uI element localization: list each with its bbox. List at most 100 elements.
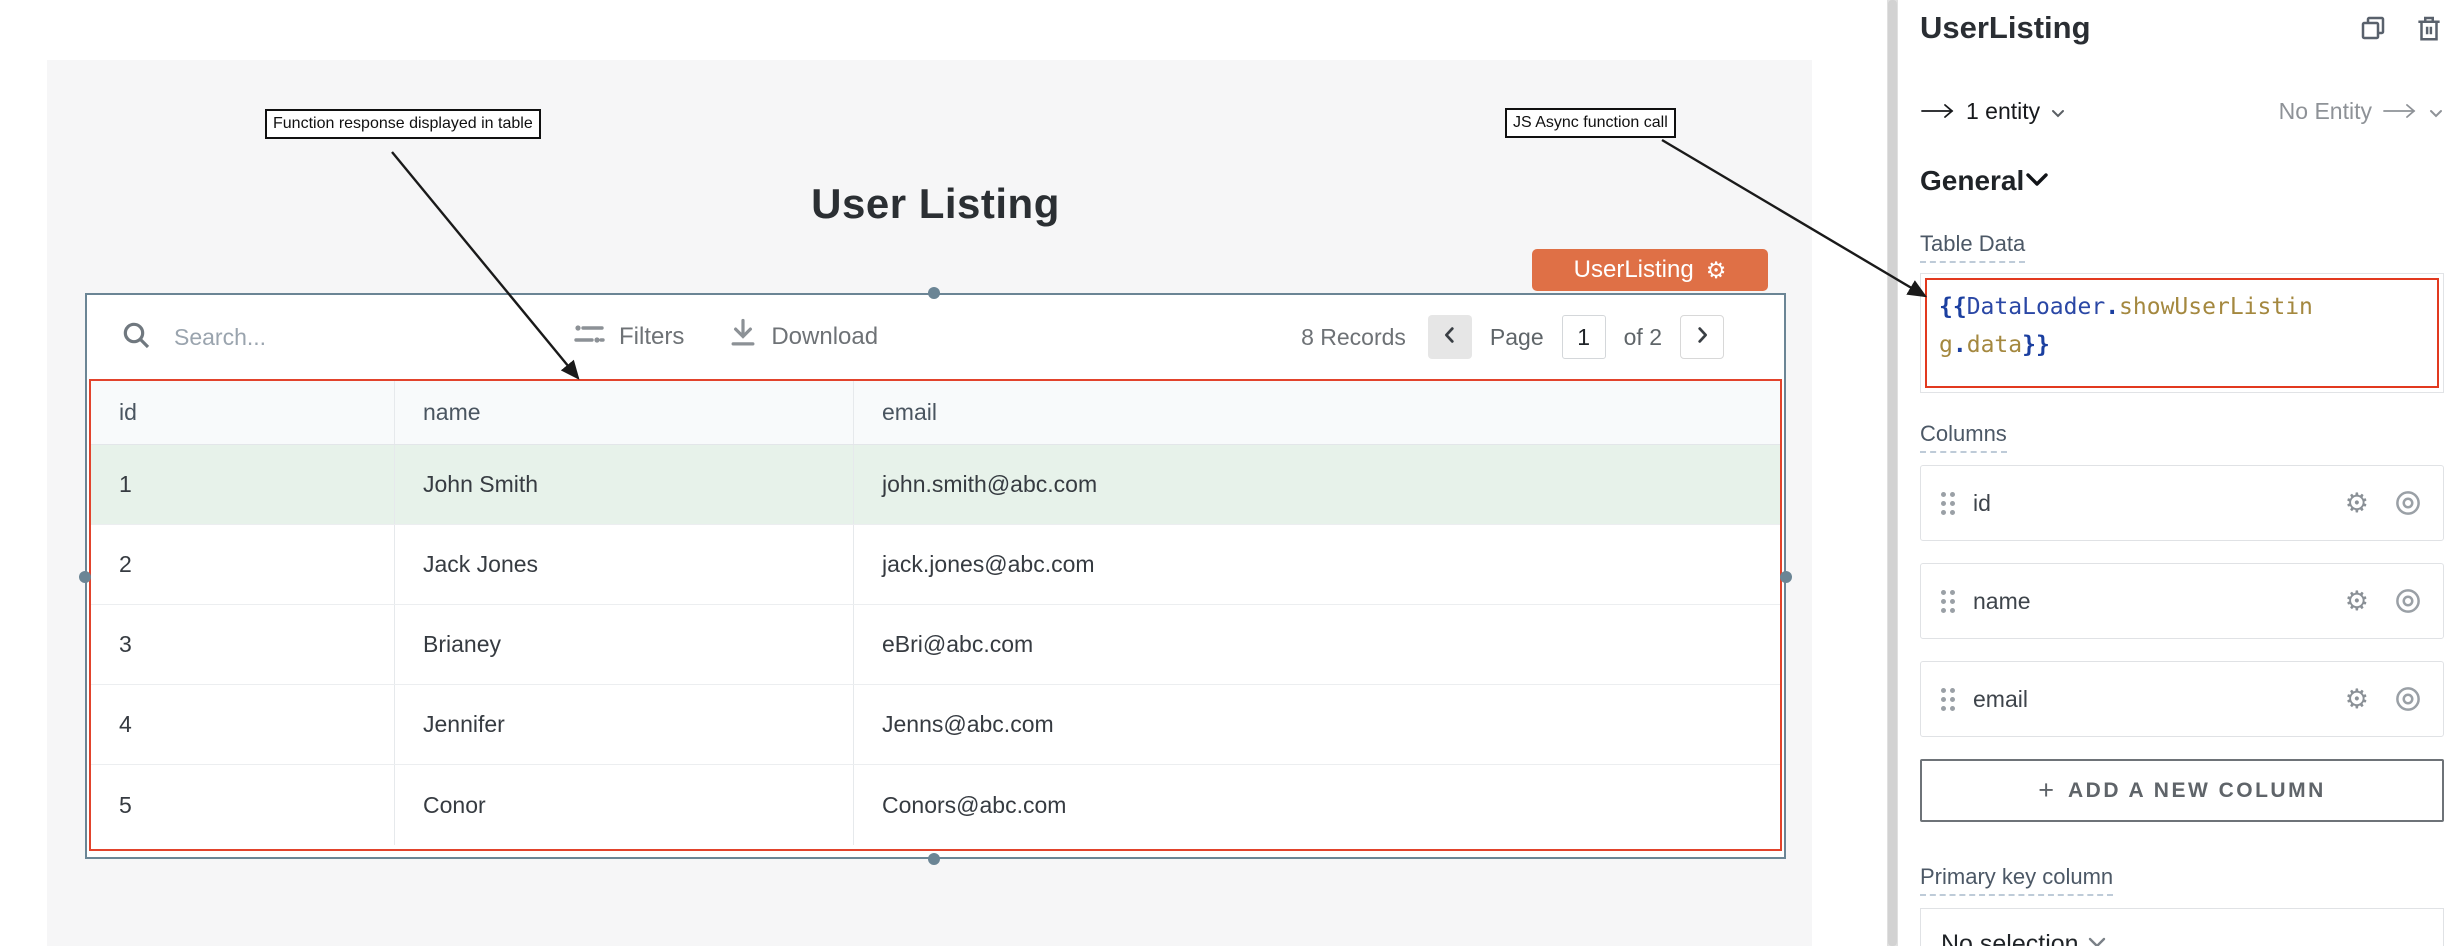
filters-icon bbox=[572, 319, 606, 356]
chevron-right-icon bbox=[1691, 324, 1713, 351]
table-cell: Jenns@abc.com bbox=[854, 685, 1780, 764]
column-visibility-icon[interactable] bbox=[2393, 684, 2423, 714]
column-visibility-icon[interactable] bbox=[2393, 488, 2423, 518]
table-toolbar: Search... Filters Download bbox=[87, 295, 1784, 379]
table-row[interactable]: 5ConorConors@abc.com bbox=[91, 765, 1780, 845]
chevron-down-icon bbox=[2024, 170, 2050, 193]
primary-key-value: No selection. bbox=[1941, 930, 2086, 946]
download-icon bbox=[728, 318, 758, 357]
resize-handle-right[interactable] bbox=[1780, 571, 1792, 583]
columns-label: Columns bbox=[1920, 421, 2007, 453]
column-header[interactable]: id bbox=[91, 381, 395, 444]
drag-handle-icon[interactable] bbox=[1941, 688, 1955, 711]
section-general-label: General bbox=[1920, 165, 2024, 197]
search-input[interactable]: Search... bbox=[120, 319, 572, 356]
records-count: 8 Records bbox=[1301, 324, 1406, 351]
resize-handle-top[interactable] bbox=[928, 287, 940, 299]
columns-list: id ⚙ name ⚙ email ⚙ bbox=[1920, 465, 2444, 737]
chevron-down-icon bbox=[2050, 98, 2066, 125]
column-settings-gear-icon[interactable]: ⚙ bbox=[2345, 490, 2369, 517]
add-column-button[interactable]: + ADD A NEW COLUMN bbox=[1920, 759, 2444, 822]
annotation-js-async: JS Async function call bbox=[1505, 108, 1676, 138]
long-arrow-right-icon bbox=[1920, 98, 1956, 125]
column-item-id[interactable]: id ⚙ bbox=[1920, 465, 2444, 541]
column-item-label: name bbox=[1973, 588, 2031, 615]
table-cell: eBri@abc.com bbox=[854, 605, 1780, 684]
code-line: {{DataLoader.showUserListin bbox=[1939, 288, 2425, 326]
table-row[interactable]: 3BrianeyeBri@abc.com bbox=[91, 605, 1780, 685]
widget-name-label: UserListing bbox=[1574, 256, 1694, 284]
download-button[interactable]: Download bbox=[728, 318, 878, 357]
table-cell: 5 bbox=[91, 765, 395, 845]
table-cell: Brianey bbox=[395, 605, 854, 684]
column-header[interactable]: name bbox=[395, 381, 854, 444]
column-item-name[interactable]: name ⚙ bbox=[1920, 563, 2444, 639]
widget-name-tag[interactable]: UserListing ⚙ bbox=[1532, 249, 1768, 291]
page-total: of 2 bbox=[1624, 324, 1662, 351]
primary-key-select[interactable]: No selection. bbox=[1920, 908, 2444, 946]
drag-handle-icon[interactable] bbox=[1941, 590, 1955, 613]
section-general[interactable]: General bbox=[1920, 165, 2444, 197]
column-item-label: email bbox=[1973, 686, 2028, 713]
table-data-label: Table Data bbox=[1920, 231, 2025, 263]
page-label: Page bbox=[1490, 324, 1544, 351]
drag-handle-icon[interactable] bbox=[1941, 492, 1955, 515]
table-cell: Jennifer bbox=[395, 685, 854, 764]
column-settings-gear-icon[interactable]: ⚙ bbox=[2345, 686, 2369, 713]
resize-handle-bottom[interactable] bbox=[928, 853, 940, 865]
copy-icon[interactable] bbox=[2358, 13, 2388, 43]
resize-handle-left[interactable] bbox=[79, 571, 91, 583]
pagination: 8 Records Page of 2 bbox=[1301, 315, 1724, 359]
property-pane: UserListing bbox=[1898, 0, 2460, 946]
table-widget[interactable]: Search... Filters Download bbox=[85, 293, 1786, 859]
table-data-code[interactable]: {{DataLoader.showUserListing.data}} bbox=[1925, 278, 2439, 388]
table-row[interactable]: 1John Smithjohn.smith@abc.com bbox=[91, 445, 1780, 525]
table-cell: John Smith bbox=[395, 445, 854, 524]
table-data-region: idnameemail 1John Smithjohn.smith@abc.co… bbox=[89, 379, 1782, 851]
panel-scrollbar[interactable] bbox=[1887, 0, 1898, 946]
download-label: Download bbox=[771, 323, 878, 351]
page-title: User Listing bbox=[85, 180, 1786, 228]
table-cell: Conors@abc.com bbox=[854, 765, 1780, 845]
app-root: User Listing UserListing ⚙ Search... bbox=[0, 0, 2460, 946]
next-page-button[interactable] bbox=[1680, 315, 1724, 359]
table-cell: Conor bbox=[395, 765, 854, 845]
trash-icon[interactable] bbox=[2414, 13, 2444, 43]
table-body: 1John Smithjohn.smith@abc.com2Jack Jones… bbox=[91, 445, 1780, 845]
gear-icon[interactable]: ⚙ bbox=[1706, 259, 1727, 282]
chevron-down-icon bbox=[2086, 934, 2108, 946]
table-header-row[interactable]: idnameemail bbox=[91, 381, 1780, 445]
filters-label: Filters bbox=[619, 323, 684, 351]
outgoing-entities-dropdown[interactable]: No Entity bbox=[2279, 98, 2444, 125]
filters-button[interactable]: Filters bbox=[572, 319, 684, 356]
page-number-input[interactable] bbox=[1562, 315, 1606, 359]
long-arrow-right-icon bbox=[2382, 98, 2418, 125]
table-cell: jack.jones@abc.com bbox=[854, 525, 1780, 604]
plus-icon: + bbox=[2038, 775, 2054, 806]
search-placeholder: Search... bbox=[174, 324, 266, 351]
chevron-left-icon bbox=[1439, 324, 1461, 351]
add-column-label: ADD A NEW COLUMN bbox=[2068, 779, 2326, 803]
table-cell: 4 bbox=[91, 685, 395, 764]
column-item-label: id bbox=[1973, 490, 1991, 517]
incoming-entities-label: 1 entity bbox=[1966, 98, 2040, 125]
column-item-email[interactable]: email ⚙ bbox=[1920, 661, 2444, 737]
search-icon bbox=[120, 319, 152, 356]
table-cell: 2 bbox=[91, 525, 395, 604]
code-line: g.data}} bbox=[1939, 326, 2425, 364]
table-data-editor[interactable]: {{DataLoader.showUserListing.data}} bbox=[1920, 273, 2444, 393]
widget-title: UserListing bbox=[1920, 10, 2091, 46]
outgoing-entities-label: No Entity bbox=[2279, 98, 2372, 125]
table-row[interactable]: 2Jack Jonesjack.jones@abc.com bbox=[91, 525, 1780, 605]
table-cell: 1 bbox=[91, 445, 395, 524]
table-cell: john.smith@abc.com bbox=[854, 445, 1780, 524]
primary-key-label: Primary key column bbox=[1920, 864, 2113, 896]
column-visibility-icon[interactable] bbox=[2393, 586, 2423, 616]
incoming-entities-dropdown[interactable]: 1 entity bbox=[1920, 98, 2066, 125]
column-settings-gear-icon[interactable]: ⚙ bbox=[2345, 588, 2369, 615]
prev-page-button[interactable] bbox=[1428, 315, 1472, 359]
annotation-function-response: Function response displayed in table bbox=[265, 109, 541, 139]
table-cell: Jack Jones bbox=[395, 525, 854, 604]
table-row[interactable]: 4JenniferJenns@abc.com bbox=[91, 685, 1780, 765]
column-header[interactable]: email bbox=[854, 381, 1780, 444]
